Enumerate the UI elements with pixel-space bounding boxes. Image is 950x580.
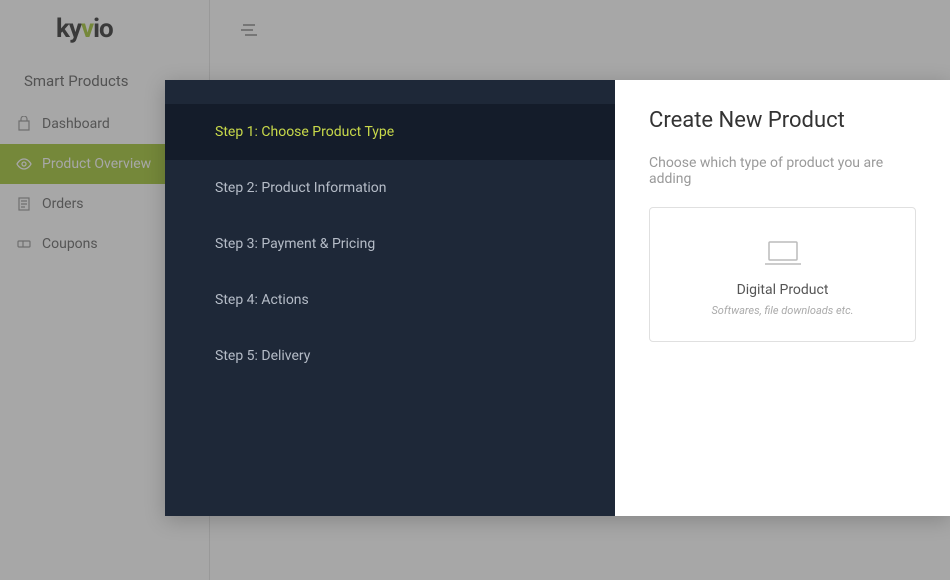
laptop-icon (670, 238, 895, 268)
product-card-title: Digital Product (670, 282, 895, 298)
modal-subtitle: Choose which type of product you are add… (649, 155, 916, 187)
modal-title: Create New Product (649, 108, 916, 133)
step-choose-product-type[interactable]: Step 1: Choose Product Type (165, 104, 615, 160)
step-actions[interactable]: Step 4: Actions (165, 272, 615, 328)
create-product-modal: Step 1: Choose Product Type Step 2: Prod… (165, 80, 950, 516)
step-product-information[interactable]: Step 2: Product Information (165, 160, 615, 216)
modal-content: Create New Product Choose which type of … (615, 80, 950, 516)
modal-steps-sidebar: Step 1: Choose Product Type Step 2: Prod… (165, 80, 615, 516)
product-type-digital[interactable]: Digital Product Softwares, file download… (649, 207, 916, 342)
product-card-description: Softwares, file downloads etc. (670, 304, 895, 317)
step-delivery[interactable]: Step 5: Delivery (165, 328, 615, 384)
step-payment-pricing[interactable]: Step 3: Payment & Pricing (165, 216, 615, 272)
